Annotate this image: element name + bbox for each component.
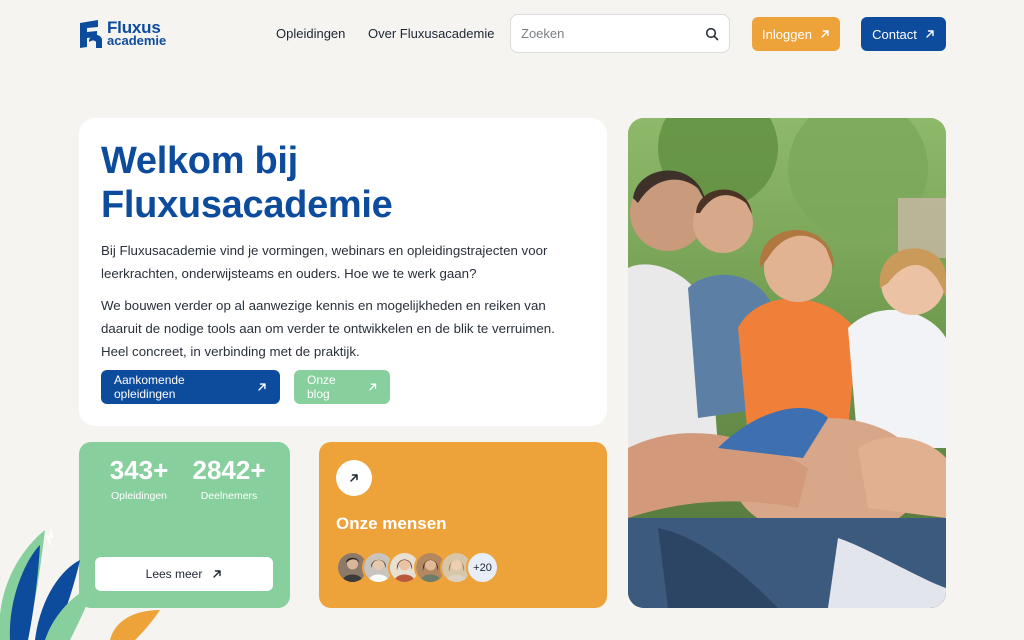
search-box [510, 14, 730, 53]
nav-link-over-fluxusacademie[interactable]: Over Fluxusacademie [368, 26, 494, 41]
nav-link-opleidingen[interactable]: Opleidingen [276, 26, 345, 41]
upcoming-trainings-button[interactable]: Aankomende opleidingen [101, 370, 280, 404]
upcoming-trainings-label: Aankomende opleidingen [114, 373, 185, 401]
people-card[interactable]: Onze mensen +20 [319, 442, 607, 608]
logo[interactable]: Fluxus academie [78, 17, 174, 51]
people-link-button[interactable] [336, 460, 372, 496]
hero-photo [628, 118, 946, 608]
hero-paragraph-1: Bij Fluxusacademie vind je vormingen, we… [101, 243, 548, 281]
plant-decoration [0, 528, 160, 640]
arrow-up-right-icon [258, 383, 266, 391]
contact-button-label: Contact [872, 26, 917, 42]
stat-label: Opleidingen [110, 490, 168, 502]
stat-trainings: 343+ Opleidingen [103, 455, 175, 502]
hero-paragraph-2: We bouwen verder op al aanwezige kennis … [101, 298, 555, 359]
hero-card: Welkom bij Fluxusacademie Bij Fluxusacad… [79, 118, 607, 426]
stat-value: 2842+ [192, 455, 266, 485]
login-button-label: Inloggen [762, 26, 812, 42]
stat-participants: 2842+ Deelnemers [187, 455, 271, 502]
logo-text-line2: academie [107, 33, 167, 48]
people-title: Onze mensen [336, 514, 447, 533]
hero-title: Welkom bij Fluxusacademie [101, 140, 393, 226]
logo-mark-icon [80, 20, 102, 48]
search-input[interactable] [521, 26, 705, 41]
search-icon[interactable] [705, 27, 719, 41]
blog-button[interactable]: Onze blog [294, 370, 390, 404]
arrow-up-right-icon [350, 474, 358, 482]
stat-value: 343+ [109, 455, 169, 485]
contact-button[interactable]: Contact [861, 17, 946, 51]
stat-label: Deelnemers [200, 490, 258, 502]
avatar-more-count[interactable]: +20 [466, 551, 499, 584]
arrow-up-right-icon [926, 30, 934, 38]
arrow-up-right-icon [213, 570, 222, 578]
login-button[interactable]: Inloggen [752, 17, 840, 51]
arrow-up-right-icon [368, 383, 376, 391]
avatar-group: +20 [336, 551, 499, 584]
blog-button-label: Onze blog [307, 373, 336, 401]
arrow-up-right-icon [821, 30, 829, 38]
